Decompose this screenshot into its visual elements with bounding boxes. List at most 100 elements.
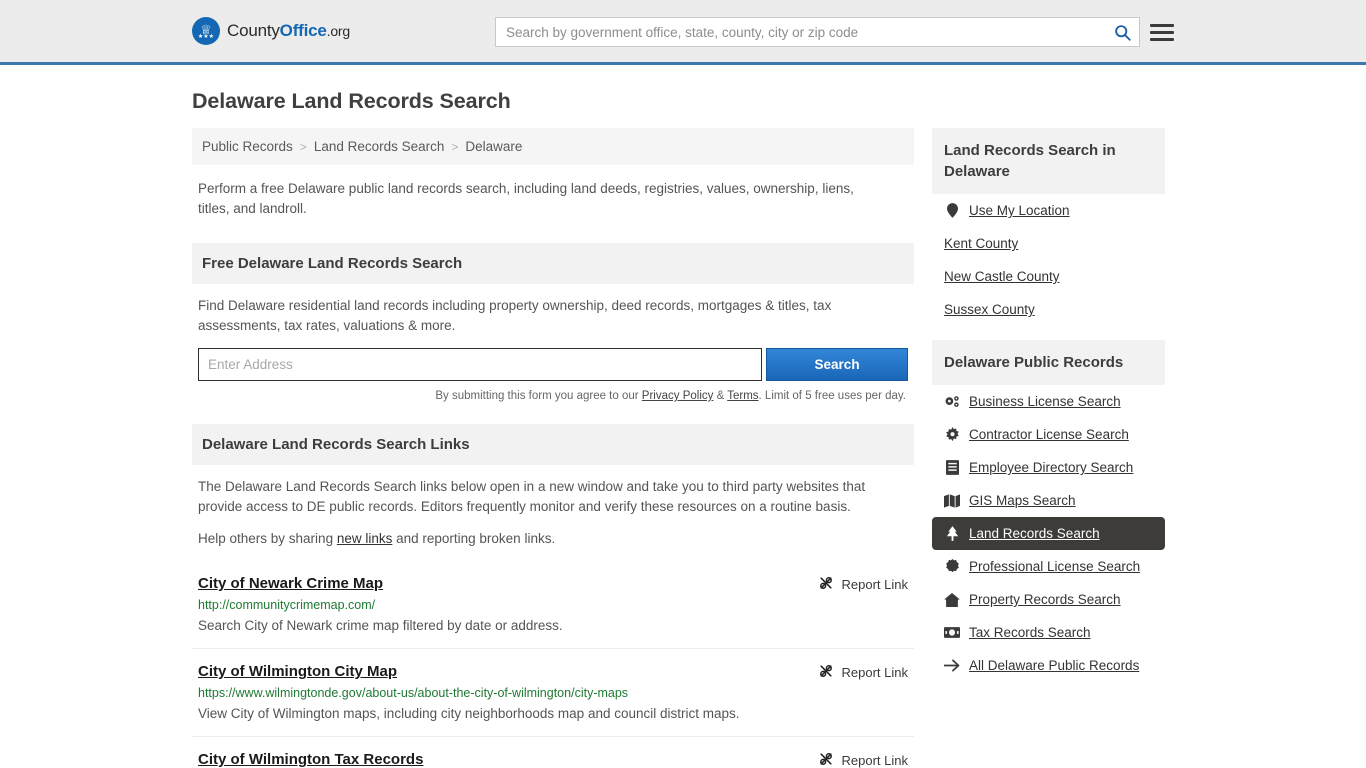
logo-text-county: County [227,21,280,40]
sidebar-item-label: Professional License Search [969,559,1141,574]
hamburger-menu-icon[interactable] [1150,20,1174,44]
sidebar-section2-list: Business License Search Contractor Licen… [932,385,1165,682]
arrow-right-icon [944,659,960,672]
result-item: City of Newark Crime Map http://communit… [192,561,914,649]
sidebar: Land Records Search in Delaware Use My L… [932,128,1165,688]
sidebar-item-sussex-county[interactable]: Sussex County [932,293,1165,326]
broken-link-icon [818,751,834,768]
privacy-policy-link[interactable]: Privacy Policy [642,390,714,402]
free-search-description: Find Delaware residential land records i… [198,298,832,333]
sidebar-item-all-delaware-public-records[interactable]: All Delaware Public Records [932,649,1165,682]
sidebar-item-label: Sussex County [944,302,1035,317]
page-container: Delaware Land Records Search Public Reco… [0,89,1366,768]
links-panel-paragraph: The Delaware Land Records Search links b… [198,479,866,514]
sidebar-item-land-records-search[interactable]: Land Records Search [932,517,1165,550]
list-book-icon [944,460,960,475]
sidebar-item-label: Kent County [944,236,1019,251]
broken-link-icon [818,575,834,594]
report-link-button[interactable]: Report Link [818,751,908,768]
result-title[interactable]: City of Wilmington Tax Records [198,751,423,768]
sidebar-item-label: Employee Directory Search [969,460,1134,475]
links-panel-heading: Delaware Land Records Search Links [192,424,914,465]
sidebar-item-label: Contractor License Search [969,427,1129,442]
sidebar-item-label: All Delaware Public Records [969,658,1140,673]
sidebar-item-label: Use My Location [969,203,1070,218]
sidebar-item-label: Tax Records Search [969,625,1091,640]
sidebar-section1-list: Use My Location Kent County New Castle C… [932,194,1165,326]
sidebar-item-employee-directory-search[interactable]: Employee Directory Search [932,451,1165,484]
sidebar-item-business-license-search[interactable]: Business License Search [932,385,1165,418]
disclaimer-prefix: By submitting this form you agree to our [435,390,642,402]
page-title: Delaware Land Records Search [192,89,511,113]
eagle-seal-icon: ♕ ★★★ [192,17,220,45]
new-links-link[interactable]: new links [337,531,393,546]
form-disclaimer: By submitting this form you agree to our… [198,390,908,402]
report-link-label: Report Link [841,753,908,768]
breadcrumb: Public Records > Land Records Search > D… [192,128,914,165]
page-intro-text: Perform a free Delaware public land reco… [198,181,854,216]
disclaimer-amp: & [713,390,728,402]
search-submit-button[interactable]: Search [766,348,908,381]
result-item: City of Wilmington City Map https://www.… [192,649,914,737]
cogs-icon [944,395,960,409]
report-link-button[interactable]: Report Link [818,575,908,594]
breadcrumb-separator: > [451,139,459,154]
logo-text-org: .org [326,23,351,39]
search-icon[interactable] [1105,18,1139,46]
breadcrumb-item-public-records[interactable]: Public Records [202,139,293,154]
result-title[interactable]: City of Wilmington City Map [198,663,397,680]
logo-text: CountyOffice.org [227,21,350,41]
broken-link-icon [818,663,834,682]
breadcrumb-item-delaware[interactable]: Delaware [465,139,522,154]
map-pin-icon [944,203,960,218]
breadcrumb-item-land-records-search[interactable]: Land Records Search [314,139,445,154]
result-url[interactable]: https://www.wilmingtonde.gov/about-us/ab… [198,686,908,700]
certificate-icon [944,559,960,574]
money-icon [944,627,960,638]
report-link-button[interactable]: Report Link [818,663,908,682]
sidebar-item-label: New Castle County [944,269,1060,284]
free-search-panel-heading: Free Delaware Land Records Search [192,243,914,284]
sidebar-item-use-my-location[interactable]: Use My Location [932,194,1165,227]
sidebar-item-gis-maps-search[interactable]: GIS Maps Search [932,484,1165,517]
main-content: Public Records > Land Records Search > D… [192,128,914,768]
tree-icon [944,526,960,541]
sidebar-section-public-records: Delaware Public Records Business License… [932,340,1165,682]
sidebar-item-contractor-license-search[interactable]: Contractor License Search [932,418,1165,451]
cog-icon [944,427,960,442]
search-input[interactable] [496,18,1105,46]
help-suffix: and reporting broken links. [392,531,556,546]
result-item: City of Wilmington Tax Records http://ci… [192,737,914,768]
sidebar-section-land-records: Land Records Search in Delaware Use My L… [932,128,1165,326]
address-input[interactable] [198,348,763,381]
site-header: ♕ ★★★ CountyOffice.org [0,0,1366,65]
links-panel-help: Help others by sharing new links and rep… [198,529,908,549]
result-description: Search City of Newark crime map filtered… [198,618,563,633]
global-search-bar[interactable] [495,17,1140,47]
terms-link[interactable]: Terms [727,390,758,402]
sidebar-item-kent-county[interactable]: Kent County [932,227,1165,260]
map-icon [944,493,960,508]
report-link-label: Report Link [841,665,908,680]
site-logo[interactable]: ♕ ★★★ CountyOffice.org [192,17,350,45]
disclaimer-suffix: . Limit of 5 free uses per day. [758,390,906,402]
sidebar-item-new-castle-county[interactable]: New Castle County [932,260,1165,293]
home-icon [944,592,960,607]
sidebar-item-label: GIS Maps Search [969,493,1076,508]
logo-text-office: Office [279,21,327,40]
sidebar-item-label: Business License Search [969,394,1121,409]
logo-stars: ★★★ [197,33,215,40]
address-search-form: Search [198,348,908,381]
sidebar-item-tax-records-search[interactable]: Tax Records Search [932,616,1165,649]
result-description: View City of Wilmington maps, including … [198,706,740,721]
sidebar-item-label: Land Records Search [969,526,1100,541]
result-title[interactable]: City of Newark Crime Map [198,575,383,592]
sidebar-item-label: Property Records Search [969,592,1121,607]
report-link-label: Report Link [841,577,908,592]
sidebar-section2-heading: Delaware Public Records [932,340,1165,385]
sidebar-section1-heading: Land Records Search in Delaware [932,128,1165,194]
help-prefix: Help others by sharing [198,531,337,546]
sidebar-item-professional-license-search[interactable]: Professional License Search [932,550,1165,583]
result-url[interactable]: http://communitycrimemap.com/ [198,598,908,612]
sidebar-item-property-records-search[interactable]: Property Records Search [932,583,1165,616]
